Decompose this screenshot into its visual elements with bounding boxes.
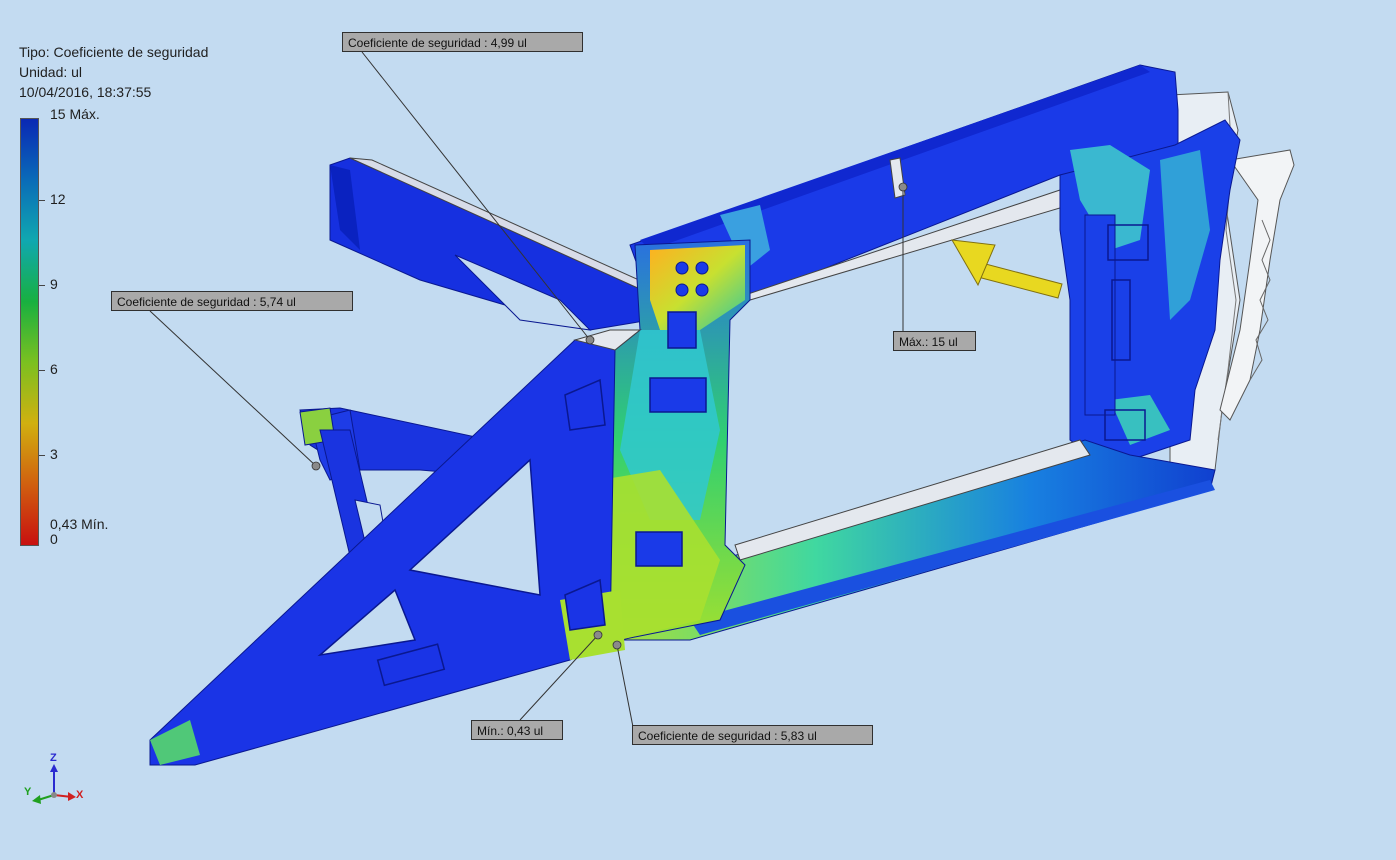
upper-left-rail — [329, 157, 661, 331]
triad-x-label: X — [76, 789, 84, 801]
legend-tick-6: 6 — [50, 361, 58, 377]
max-value-callout[interactable]: Máx.: 15 ul — [893, 331, 976, 351]
legend-tick-mark — [39, 370, 45, 371]
triangular-gusset — [149, 329, 642, 766]
legend-tick-3: 3 — [50, 446, 58, 462]
legend-tick-mark — [39, 200, 45, 201]
view-triad[interactable] — [32, 764, 76, 804]
legend-tick-mark — [39, 455, 45, 456]
color-legend-bar — [20, 118, 39, 546]
probe-callout-bottom[interactable]: Coeficiente de seguridad : 5,83 ul — [632, 725, 873, 745]
probe-callout-left[interactable]: Coeficiente de seguridad : 5,74 ul — [111, 291, 353, 311]
result-type-label: Tipo: Coeficiente de seguridad — [19, 44, 209, 60]
min-value-callout[interactable]: Mín.: 0,43 ul — [471, 720, 563, 740]
result-timestamp: 10/04/2016, 18:37:55 — [19, 84, 152, 100]
load-arrow — [951, 239, 1063, 299]
result-unit-label: Unidad: ul — [19, 64, 83, 80]
legend-tick-9: 9 — [50, 276, 58, 292]
legend-zero-label: 0 — [50, 531, 58, 547]
legend-min-label: 0,43 Mín. — [50, 516, 109, 532]
legend-max-label: 15 Máx. — [50, 106, 100, 122]
triad-z-label: Z — [50, 752, 57, 764]
triad-y-label: Y — [24, 786, 32, 798]
legend-tick-mark — [39, 285, 45, 286]
probe-callout-top[interactable]: Coeficiente de seguridad : 4,99 ul — [342, 32, 583, 52]
legend-tick-12: 12 — [50, 191, 66, 207]
